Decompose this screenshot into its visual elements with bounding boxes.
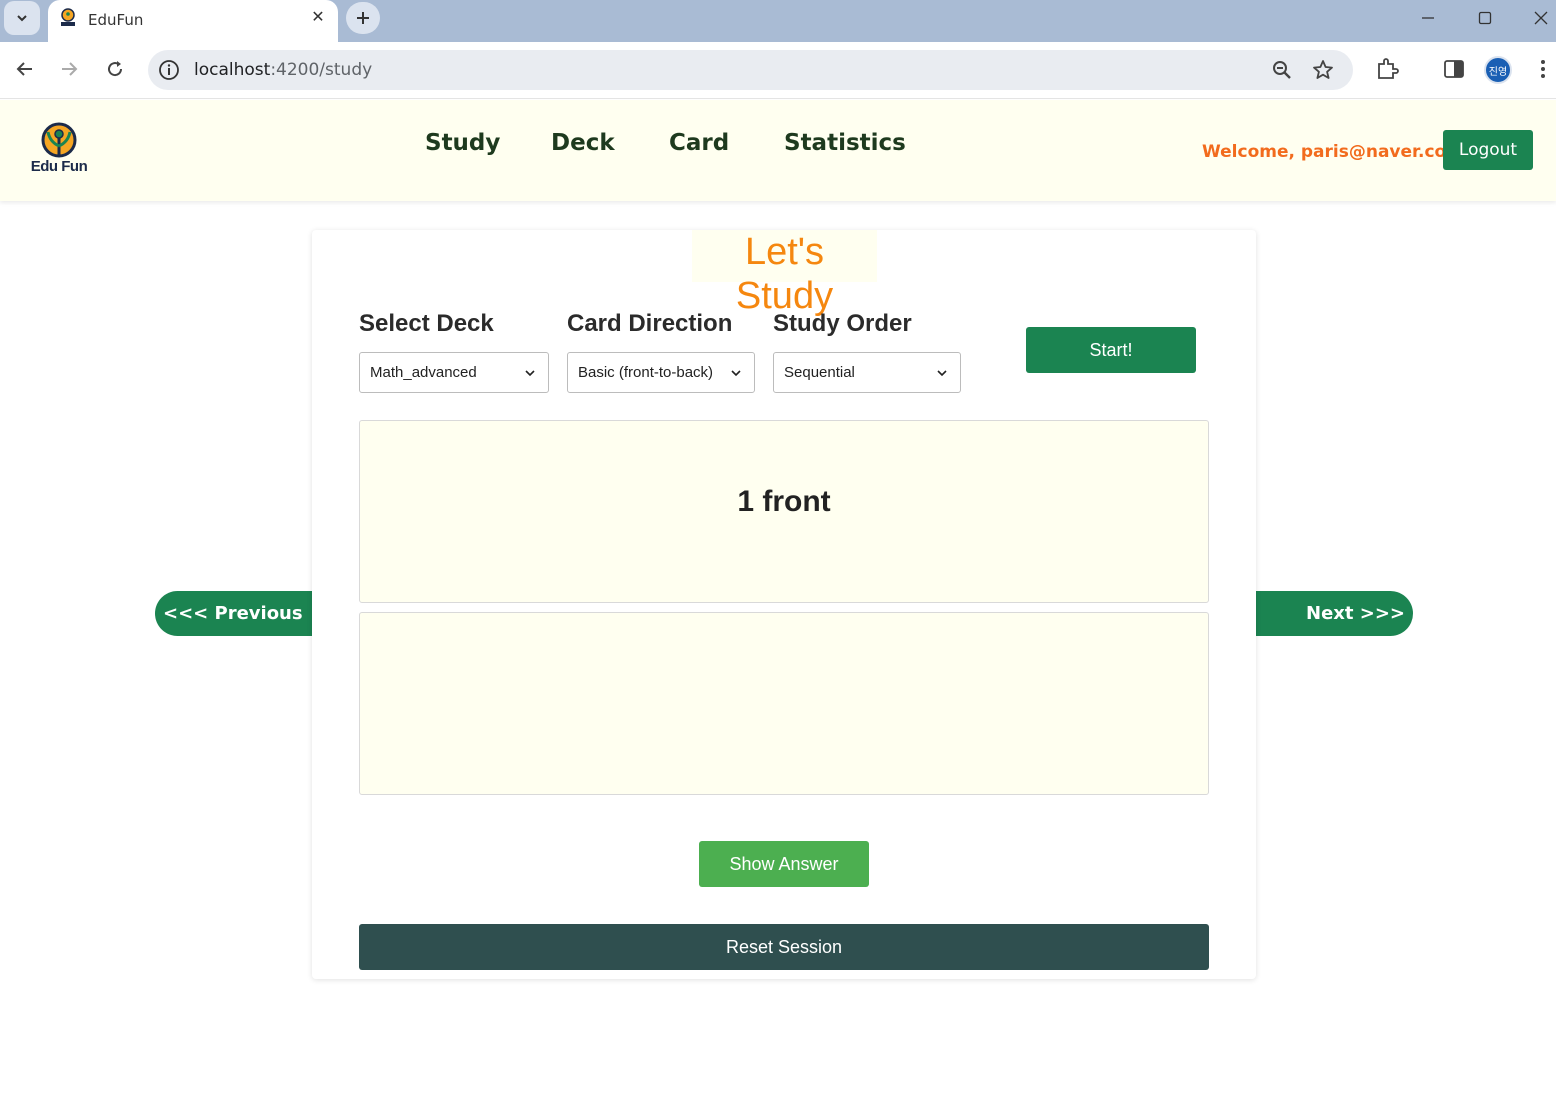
chevron-down-icon <box>17 15 27 22</box>
chevron-down-icon <box>937 370 947 377</box>
plus-icon <box>357 12 369 24</box>
reload-button[interactable] <box>102 56 128 82</box>
nav-study[interactable]: Study <box>425 130 500 156</box>
close-icon <box>1534 11 1548 25</box>
direction-select-value: Basic (front-to-back) <box>578 364 714 381</box>
close-tab-icon[interactable]: ✕ <box>308 8 328 28</box>
tab-title: EduFun <box>88 11 144 29</box>
arrow-right-icon <box>62 62 78 76</box>
reset-session-button[interactable]: Reset Session <box>359 924 1209 970</box>
minimize-button[interactable] <box>1408 4 1448 32</box>
page-title: Let's Study <box>692 230 877 317</box>
url-text: localhost:4200/study <box>194 60 372 80</box>
chevron-down-icon <box>525 370 535 377</box>
study-panel: Let's Study Select Deck Card Direction S… <box>312 230 1256 979</box>
address-bar[interactable]: localhost:4200/study <box>148 50 1353 90</box>
card-front-text: 1 front <box>737 485 831 518</box>
card-front: 1 front <box>359 420 1209 603</box>
browser-tab-bar: EduFun ✕ <box>0 0 1556 42</box>
logo-text: Edu Fun <box>30 158 88 175</box>
study-order-label: Study Order <box>773 310 912 337</box>
direction-select[interactable]: Basic (front-to-back) <box>567 352 755 393</box>
url-host: localhost <box>194 60 271 80</box>
forward-button[interactable] <box>56 56 82 82</box>
zoom-icon[interactable] <box>1271 59 1293 81</box>
nav-deck[interactable]: Deck <box>551 130 615 156</box>
logo-mark-icon <box>41 122 77 158</box>
maximize-icon <box>1478 11 1492 25</box>
chevron-down-icon <box>731 370 741 377</box>
close-window-button[interactable] <box>1521 4 1556 32</box>
maximize-button[interactable] <box>1465 4 1505 32</box>
more-menu-icon[interactable] <box>1530 56 1556 82</box>
card-back <box>359 612 1209 795</box>
logout-button[interactable]: Logout <box>1443 130 1533 170</box>
arrow-left-icon <box>16 62 32 76</box>
site-info-icon[interactable] <box>158 59 180 81</box>
browser-toolbar: localhost:4200/study 진영 <box>0 42 1556 99</box>
next-card-button[interactable]: Next >>> <box>1256 591 1413 636</box>
nav-card[interactable]: Card <box>669 130 729 156</box>
bookmark-star-icon[interactable] <box>1312 59 1334 81</box>
welcome-message: Welcome, paris@naver.com! <box>1202 142 1472 162</box>
back-button[interactable] <box>12 56 38 82</box>
deck-select-value: Math_advanced <box>370 364 477 381</box>
start-button[interactable]: Start! <box>1026 327 1196 373</box>
browser-tab[interactable]: EduFun ✕ <box>48 0 338 42</box>
card-direction-label: Card Direction <box>567 310 733 337</box>
edufun-favicon-icon <box>61 8 75 26</box>
previous-card-button[interactable]: <<< Previous <box>155 591 312 636</box>
side-panel-icon[interactable] <box>1441 56 1467 82</box>
profile-avatar[interactable]: 진영 <box>1484 56 1512 84</box>
order-select[interactable]: Sequential <box>773 352 961 393</box>
app-header: Edu Fun Study Deck Card Statistics Welco… <box>0 100 1556 201</box>
minimize-icon <box>1422 17 1434 19</box>
new-tab-button[interactable] <box>346 2 380 34</box>
edufun-logo[interactable]: Edu Fun <box>28 122 90 178</box>
deck-select[interactable]: Math_advanced <box>359 352 549 393</box>
reload-icon <box>108 61 123 77</box>
extensions-icon[interactable] <box>1374 56 1400 82</box>
order-select-value: Sequential <box>784 364 855 381</box>
select-deck-label: Select Deck <box>359 310 494 337</box>
nav-statistics[interactable]: Statistics <box>784 130 906 156</box>
tab-list-button[interactable] <box>4 1 40 35</box>
show-answer-button[interactable]: Show Answer <box>699 841 869 887</box>
url-path: :4200/study <box>270 60 373 80</box>
